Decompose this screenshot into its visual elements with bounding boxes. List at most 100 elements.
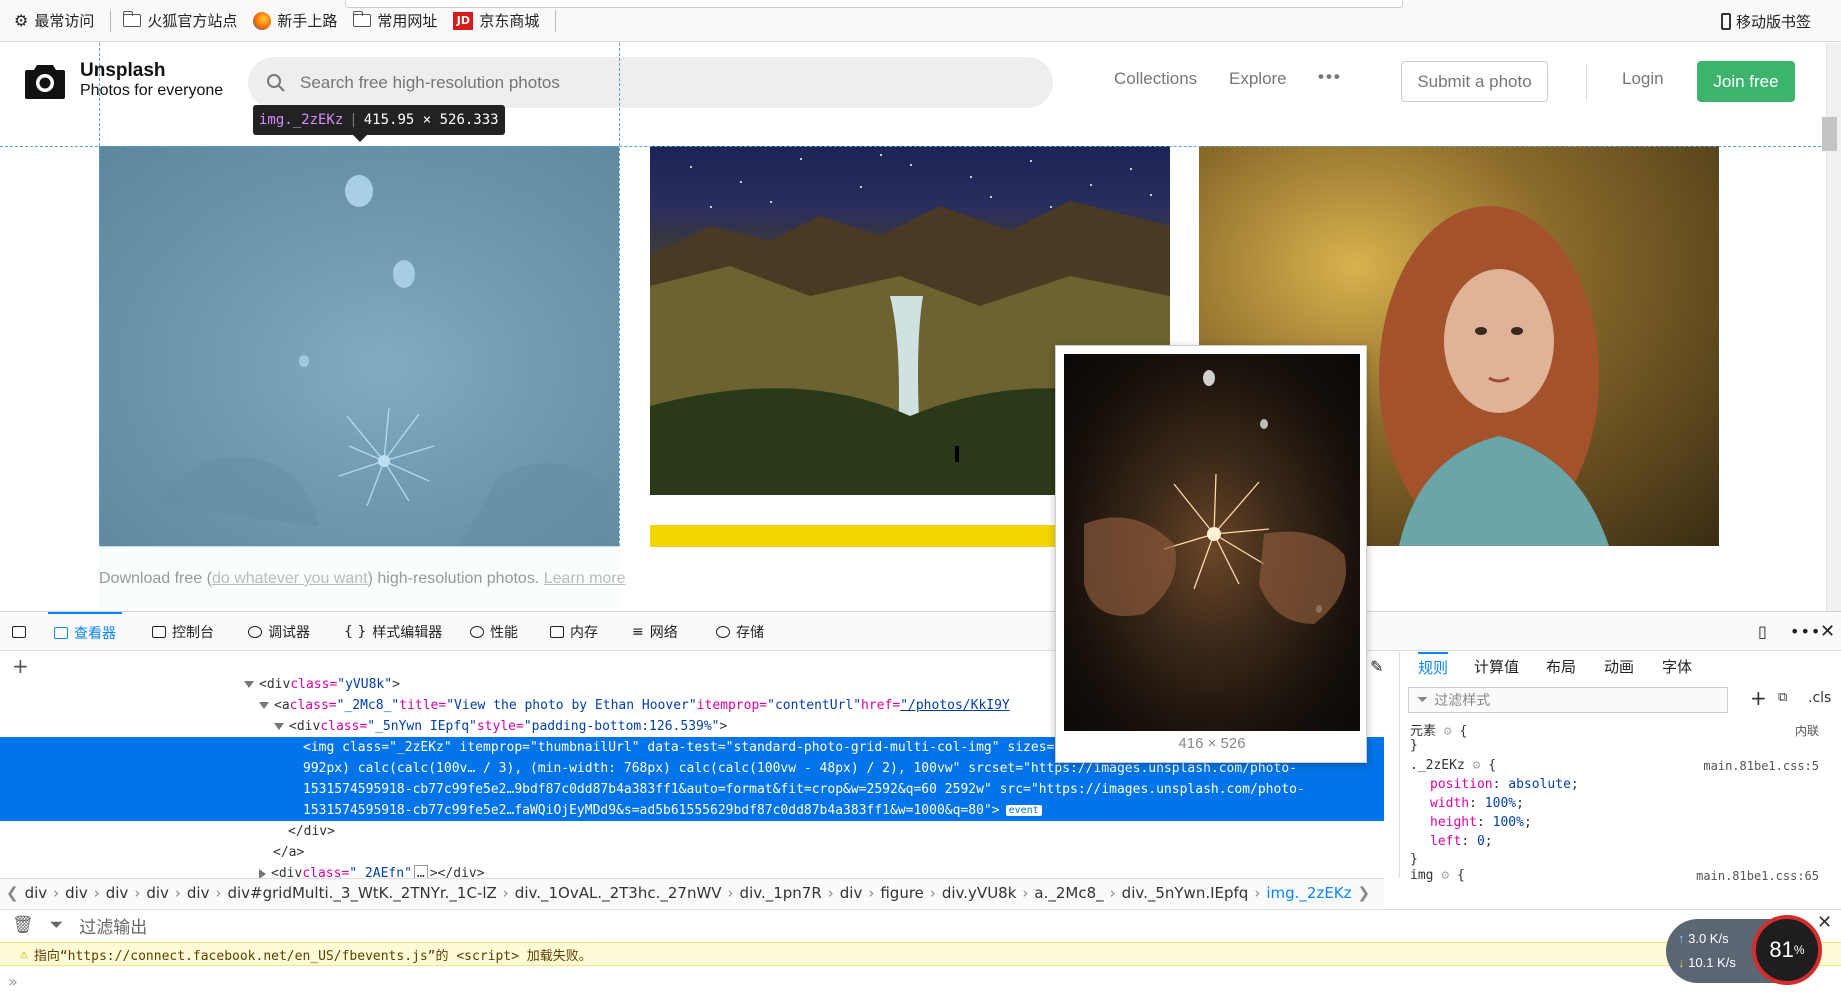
tab-rules[interactable]: 规则 [1418,652,1449,680]
css-value[interactable]: absolute [1508,777,1571,792]
console-input-prompt[interactable]: » [8,972,18,991]
network-speed-widget[interactable]: ↑ 3.0 K/s ↓ 10.1 K/s 81% [1666,915,1822,985]
expand-arrow-icon[interactable] [259,702,269,709]
filter-icon[interactable]: ⏷ [50,915,64,935]
highlight-infobar: img._2zEKz | 415.95 × 526.333 [253,105,505,142]
markup-node[interactable]: </a> [0,842,1384,863]
preview-image [1064,354,1360,731]
join-button[interactable]: Join free [1697,61,1795,102]
responsive-mode-icon[interactable]: ▯ [1752,612,1773,651]
breadcrumb-separator: › [502,884,509,902]
css-declaration[interactable]: width: 100%; [1430,796,1524,811]
tab-label: 性能 [490,624,518,641]
markup-link[interactable]: "/photos/KkI9Y [900,698,1010,713]
gear-icon: ⚙ [14,11,29,30]
close-devtools-icon[interactable]: ✕ [1814,612,1841,651]
breadcrumb-item-current[interactable]: img._2zEKz [1266,884,1351,902]
css-value[interactable]: 100% [1485,796,1516,811]
tab-layout[interactable]: 布局 [1546,652,1576,680]
css-value[interactable]: 100% [1493,815,1524,830]
folder-icon [122,11,142,27]
mobile-bookmarks[interactable]: 移动版书签 [1720,0,1811,42]
tab-performance[interactable]: 性能 [464,612,524,651]
trash-icon[interactable]: 🗑 [12,915,34,935]
tab-inspector[interactable]: 查看器 [48,612,122,651]
camera-logo-icon[interactable] [25,63,65,99]
selected-node-line-4[interactable]: 1531574595918-cb77c99fe5e2…faWQiOjEyMDd9… [0,800,1384,821]
nav-explore[interactable]: Explore [1229,69,1287,89]
tab-style-editor[interactable]: { } 样式编辑器 [338,612,448,651]
markup-text: "yVU8k" [337,677,393,692]
breadcrumb-separator: › [93,884,100,902]
tab-network[interactable]: ≡ 网络 [626,612,684,651]
breadcrumb-item[interactable]: div._1OvAL._2T3hc._27nWV [515,884,722,902]
expand-arrow-icon[interactable] [274,723,284,730]
add-rule-icon[interactable]: + [1750,686,1767,710]
star-dot [990,196,992,198]
brand-title[interactable]: Unsplash [80,60,166,82]
nav-collections[interactable]: Collections [1114,69,1197,89]
breadcrumb-item[interactable]: div [840,884,863,902]
tab-animations[interactable]: 动画 [1604,652,1634,680]
css-declaration[interactable]: height: 100%; [1430,815,1532,830]
rule-gear-icon[interactable]: ⚙ [1441,868,1457,883]
download-notice: Download free (do whatever you want) hig… [99,570,626,588]
rule-source-link[interactable]: main.81be1.css:5 [1703,759,1819,773]
breadcrumb-item[interactable]: div [25,884,48,902]
pseudo-class-toggle-icon[interactable]: ⧉ [1778,690,1787,705]
css-value[interactable]: 0 [1477,834,1485,849]
markup-node[interactable]: <div class= "_2AEfn"… ></div> [0,863,1384,878]
css-declaration[interactable]: position: absolute; [1430,777,1579,792]
selected-node-line-3[interactable]: 1531574595918-cb77c99fe5e2…9bdf87c0dd87b… [0,779,1384,800]
collapsed-arrow-icon[interactable] [259,868,266,878]
eyedropper-icon[interactable]: ✎ [1370,652,1383,680]
breadcrumb-item[interactable]: div._1pn7R [740,884,822,902]
breadcrumb-item[interactable]: a._2Mc8_ [1034,884,1103,902]
bookmark-common-sites[interactable]: 常用网址 [352,10,437,31]
breadcrumb-item[interactable]: div [106,884,129,902]
console-filter-input[interactable]: 过滤输出 [79,913,147,938]
breadcrumb-scroll-left-icon[interactable]: ❮ [6,884,19,902]
tab-console[interactable]: 控制台 [146,612,220,651]
breadcrumb-item[interactable]: figure [880,884,924,902]
tab-storage[interactable]: 存储 [710,612,770,651]
star-dot [880,154,882,156]
filter-styles-input[interactable]: ⏷ 过滤样式 [1408,687,1728,713]
expand-arrow-icon[interactable] [244,681,254,688]
breadcrumb-item[interactable]: div._5nYwn.IEpfq [1122,884,1249,902]
element-picker-icon[interactable] [6,612,32,651]
tab-fonts[interactable]: 字体 [1662,652,1692,680]
bookmark-jd[interactable]: JD 京东商城 [453,10,539,31]
event-badge[interactable]: event [1005,805,1042,816]
breadcrumb-item[interactable]: div#gridMulti._3_WtK._2TNYr._1C-lZ [227,884,496,902]
close-console-icon[interactable]: ✕ [1817,912,1832,933]
more-menu-icon[interactable]: ••• [1318,67,1342,87]
rule-source-link[interactable]: main.81be1.css:65 [1696,869,1819,883]
search-bar[interactable] [248,57,1053,108]
cls-toggle[interactable]: .cls [1808,690,1831,706]
bookmark-most-visited[interactable]: ⚙ 最常访问 [14,10,94,31]
breadcrumb-item[interactable]: div [146,884,169,902]
search-input[interactable] [300,72,1000,93]
breadcrumb-item[interactable]: div [187,884,210,902]
submit-photo-button[interactable]: Submit a photo [1401,61,1548,102]
markup-text: "contentUrl" [767,698,862,713]
tab-debugger[interactable]: 调试器 [242,612,316,651]
header-divider [1586,63,1587,101]
learn-more-link[interactable]: Learn more [544,570,626,587]
css-declaration[interactable]: left: 0; [1430,834,1493,849]
bookmark-getting-started[interactable]: 新手上路 [253,10,337,31]
page-scrollbar-thumb[interactable] [1822,117,1837,151]
whatever-you-want-link[interactable]: do whatever you want [212,570,368,587]
bookmark-firefox-official[interactable]: 火狐官方站点 [122,10,237,31]
breadcrumb-item[interactable]: div [65,884,88,902]
breadcrumb-scroll-right-icon[interactable]: ❯ [1358,884,1371,902]
breadcrumb-item[interactable]: div.yVU8k [942,884,1017,902]
devtools-toolbar: 查看器 控制台 调试器 { } 样式编辑器 性能 内存 ≡ 网络 存储 ▯ ••… [0,612,1841,651]
rule-gear-icon[interactable]: ⚙ [1473,758,1489,773]
tab-computed[interactable]: 计算值 [1474,652,1519,680]
rule-gear-icon[interactable]: ⚙ [1444,724,1460,739]
login-link[interactable]: Login [1622,69,1664,89]
tab-memory[interactable]: 内存 [544,612,604,651]
markup-node[interactable]: </div> [0,821,1384,842]
